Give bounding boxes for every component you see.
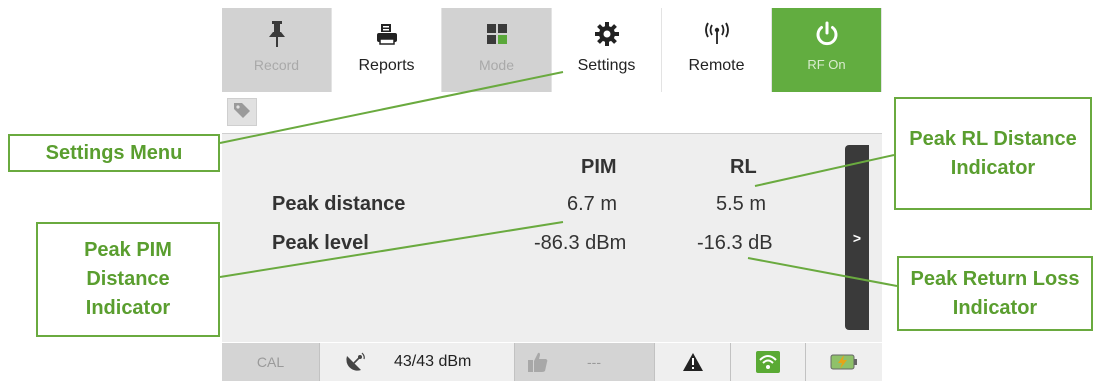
battery-charging-icon (830, 354, 858, 370)
pin-icon (268, 20, 286, 48)
wifi-icon (756, 351, 780, 373)
settings-label: Settings (577, 57, 636, 74)
rf-on-button[interactable]: RF On (772, 8, 882, 92)
rl-distance-value: 5.5 m (716, 193, 767, 215)
tag-icon (233, 102, 251, 123)
battery-status[interactable] (806, 343, 882, 381)
record-label: Record (253, 57, 300, 73)
satellite-dish-icon (344, 351, 366, 373)
reports-button[interactable]: Reports (332, 8, 442, 92)
mode-button[interactable]: Mode (442, 8, 552, 92)
gear-icon (594, 20, 619, 48)
grid-icon (486, 20, 508, 48)
pim-distance-value: 6.7 m (567, 193, 618, 215)
reports-label: Reports (358, 57, 415, 74)
results-panel: PIM RL Peak distance Peak level 6.7 m 5.… (222, 133, 882, 342)
peak-return-loss-callout: Peak Return Loss Indicator (897, 256, 1093, 331)
power-icon (814, 20, 840, 48)
status-bar: CAL 43/43 dBm --- (222, 343, 882, 381)
analyzer-screen: Record Reports Mode Settings Remote RF O… (222, 0, 882, 381)
pim-level-value: -86.3 dBm (534, 232, 627, 254)
power-value: 43/43 dBm (394, 353, 472, 370)
power-status[interactable]: 43/43 dBm (320, 343, 515, 381)
remote-label: Remote (688, 57, 745, 74)
peak-pim-distance-callout: Peak PIM Distance Indicator (36, 222, 220, 337)
cal-label: CAL (256, 354, 285, 370)
rf-on-label: RF On (807, 57, 846, 72)
pim-column-header: PIM (581, 156, 617, 178)
mode-label: Mode (478, 57, 515, 73)
thumbs-up-icon (527, 351, 549, 373)
cal-status[interactable]: CAL (222, 343, 320, 381)
wifi-status[interactable] (731, 343, 806, 381)
pass-fail-value: --- (587, 354, 601, 370)
expand-label: > (852, 229, 862, 246)
peak-rl-distance-callout: Peak RL Distance Indicator (894, 97, 1092, 210)
antenna-icon (702, 20, 732, 48)
peak-distance-label: Peak distance (272, 193, 406, 215)
expand-panel-tab[interactable]: > (845, 145, 869, 330)
pass-fail-status[interactable]: --- (515, 343, 655, 381)
printer-icon (376, 20, 398, 48)
peak-level-label: Peak level (272, 232, 369, 254)
tag-button[interactable] (227, 98, 257, 126)
rl-level-value: -16.3 dB (697, 232, 773, 254)
settings-menu-callout: Settings Menu (8, 134, 220, 172)
rl-column-header: RL (730, 156, 757, 178)
remote-button[interactable]: Remote (662, 8, 772, 92)
alert-status[interactable] (655, 343, 731, 381)
settings-button[interactable]: Settings (552, 8, 662, 92)
record-button[interactable]: Record (222, 8, 332, 92)
warning-icon (682, 353, 703, 371)
main-toolbar: Record Reports Mode Settings Remote RF O… (222, 8, 882, 92)
